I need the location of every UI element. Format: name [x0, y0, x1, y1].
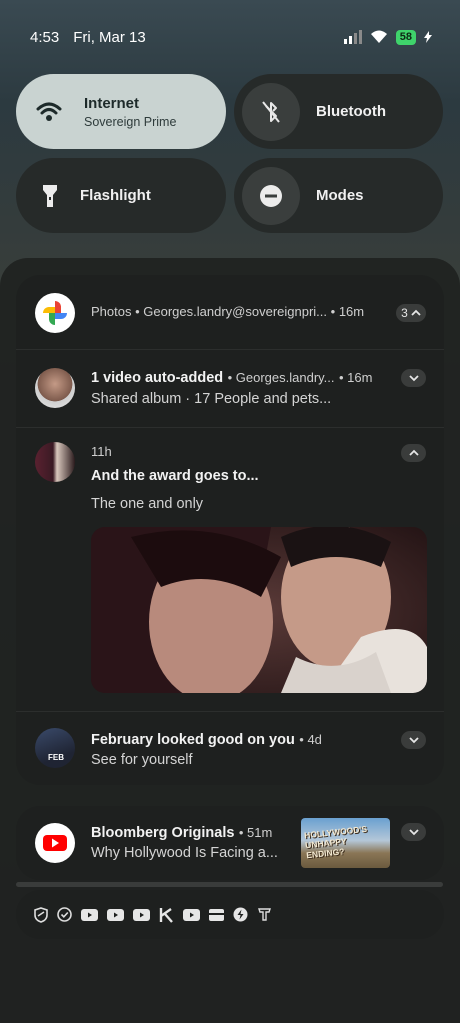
- notif-award-time: 11h: [91, 444, 112, 459]
- wifi-status-icon: [370, 30, 387, 43]
- signal-icon: [343, 30, 362, 44]
- collapse-button[interactable]: [401, 444, 426, 462]
- notif-video-sender: Georges.landry...: [235, 370, 335, 385]
- notif-award-body: The one and only: [91, 496, 204, 512]
- youtube-icon: [133, 908, 150, 921]
- status-time: 4:53: [30, 28, 60, 46]
- charging-icon: [424, 31, 432, 43]
- status-date: Fri, Mar 13: [73, 28, 146, 46]
- modes-label: Modes: [316, 187, 364, 204]
- internet-title: Internet: [84, 94, 140, 112]
- modes-icon-circle: [242, 166, 300, 225]
- temu-icon: [258, 908, 271, 921]
- app-k-icon: [159, 907, 173, 923]
- flashlight-tile[interactable]: Flashlight: [16, 158, 226, 233]
- bluetooth-off-icon: [262, 100, 280, 123]
- photos-header-line: Photos • Georges.landry@sovereignpri... …: [91, 304, 364, 319]
- youtube-app-icon: [35, 823, 75, 863]
- bolt-icon: [233, 907, 248, 922]
- modes-icon: [260, 184, 282, 207]
- internet-tile[interactable]: Internet Sovereign Prime: [16, 74, 226, 149]
- photos-header-time: 16m: [338, 304, 365, 319]
- modes-tile[interactable]: Modes: [234, 158, 443, 233]
- expand-button[interactable]: [401, 731, 426, 749]
- shield-icon: [34, 906, 48, 923]
- photos-notification-group[interactable]: Photos • Georges.landry@sovereignpri... …: [16, 275, 444, 785]
- overflow-notification-shelf[interactable]: [16, 890, 444, 939]
- internet-tile-text: Internet Sovereign Prime: [84, 95, 176, 129]
- notif-video-title-line: 1 video auto-added • Georges.landry... •…: [91, 369, 372, 387]
- february-thumb-label: FEB: [48, 753, 64, 762]
- group-count-badge[interactable]: 3: [396, 304, 426, 322]
- card-icon: [209, 908, 224, 921]
- notif-february-time: 4d: [307, 732, 322, 747]
- google-photos-icon: [35, 293, 75, 333]
- flashlight-label: Flashlight: [80, 187, 151, 204]
- expand-button[interactable]: [401, 823, 426, 841]
- thumbnail-text: HOLLYWOOD'S UNHAPPY ENDING?: [303, 823, 368, 861]
- sender-avatar: [35, 368, 75, 408]
- notif-february-title: February looked good on you: [91, 732, 295, 748]
- dot-separator: •: [227, 370, 236, 385]
- battery-indicator: 58: [395, 29, 416, 45]
- notif-february[interactable]: FEB February looked good on you • 4d See…: [16, 711, 444, 785]
- chevron-up-icon: [408, 449, 419, 456]
- photos-app-name: Photos: [91, 304, 132, 319]
- couple-avatar: [35, 442, 75, 482]
- youtube-time: 51m: [247, 825, 273, 840]
- status-bar: 4:53 Fri, Mar 13 58: [30, 26, 432, 48]
- bluetooth-tile[interactable]: Bluetooth: [234, 74, 443, 149]
- notif-february-body: See for yourself: [91, 752, 193, 768]
- youtube-video-title: Why Hollywood Is Facing a...: [91, 845, 278, 861]
- flashlight-icon: [43, 184, 57, 207]
- chevron-down-icon: [408, 375, 419, 382]
- notif-february-title-line: February looked good on you • 4d: [91, 731, 322, 749]
- check-circle-icon: [57, 907, 72, 922]
- couple-photo[interactable]: [91, 527, 427, 693]
- youtube-icon: [107, 908, 124, 921]
- february-avatar: FEB: [35, 728, 75, 768]
- chevron-up-icon: [411, 309, 421, 316]
- chevron-down-icon: [408, 737, 419, 744]
- shade-divider: [16, 882, 443, 887]
- notif-video-body: Shared album · 17 People and pets...: [91, 391, 332, 407]
- photos-account: Georges.landry@sovereignpri...: [143, 304, 328, 319]
- dot-separator: •: [238, 825, 248, 840]
- youtube-notification[interactable]: Bloomberg Originals • 51m Why Hollywood …: [16, 806, 444, 880]
- youtube-icon: [183, 908, 200, 921]
- notif-video-added[interactable]: 1 video auto-added • Georges.landry... •…: [16, 349, 444, 427]
- video-thumbnail[interactable]: HOLLYWOOD'S UNHAPPY ENDING?: [301, 818, 390, 868]
- bluetooth-icon-circle: [242, 82, 300, 141]
- status-icons: 58: [343, 29, 432, 45]
- group-count: 3: [401, 306, 408, 320]
- photos-group-header[interactable]: Photos • Georges.landry@sovereignpri... …: [16, 275, 444, 349]
- expand-button[interactable]: [401, 369, 426, 387]
- notif-video-title: 1 video auto-added: [91, 370, 224, 386]
- youtube-icon: [81, 908, 98, 921]
- youtube-title-line: Bloomberg Originals • 51m: [91, 824, 272, 842]
- notif-video-time: 16m: [347, 370, 373, 385]
- internet-network: Sovereign Prime: [84, 114, 177, 129]
- chevron-down-icon: [408, 829, 419, 836]
- wifi-icon: [36, 102, 62, 121]
- dot-separator: •: [338, 370, 348, 385]
- youtube-channel: Bloomberg Originals: [91, 825, 235, 841]
- dot-separator: •: [330, 304, 339, 319]
- bluetooth-label: Bluetooth: [316, 103, 386, 120]
- notif-award-title: And the award goes to...: [91, 468, 259, 484]
